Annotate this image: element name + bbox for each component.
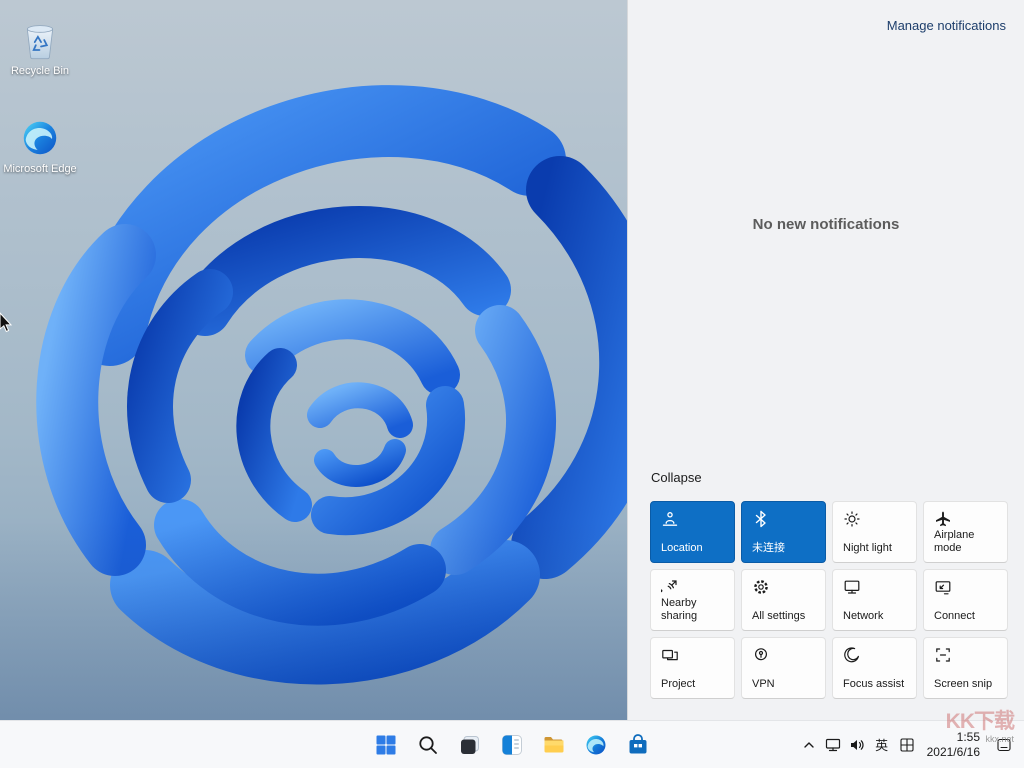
project-icon [661, 646, 679, 664]
quick-setting-label: 未连接 [752, 542, 819, 555]
windows-logo-icon [374, 733, 398, 757]
file-explorer-icon [542, 733, 566, 757]
quick-setting-label: All settings [752, 610, 819, 623]
quick-setting-location[interactable]: Location [650, 501, 735, 563]
search-icon [416, 733, 440, 757]
volume-icon[interactable] [845, 725, 869, 765]
notification-center-icon[interactable] [992, 725, 1016, 765]
edge-logo-icon [18, 116, 62, 160]
quick-setting-network[interactable]: Network [832, 569, 917, 631]
desktop-icon-label: Microsoft Edge [3, 163, 76, 176]
screen-snip-icon [934, 646, 952, 664]
chevron-up-icon[interactable] [797, 725, 821, 765]
quick-setting-label: Project [661, 678, 728, 691]
quick-setting-label: Location [661, 542, 728, 555]
quick-setting-vpn[interactable]: VPN [741, 637, 826, 699]
quick-setting-night-light[interactable]: Night light [832, 501, 917, 563]
quick-setting-label: Screen snip [934, 678, 1001, 691]
quick-setting-label: VPN [752, 678, 819, 691]
edge-browser-icon [584, 733, 608, 757]
settings-icon [752, 578, 770, 596]
location-icon [661, 510, 679, 528]
vpn-icon [752, 646, 770, 664]
desktop-screen: Recycle Bin Microsoft Edge Manage notific… [0, 0, 1024, 768]
desktop-icon-recycle-bin[interactable]: Recycle Bin [2, 18, 78, 78]
connect-icon [934, 578, 952, 596]
taskbar-task-view-button[interactable] [450, 725, 490, 765]
no-notifications-message: No new notifications [628, 216, 1024, 233]
bluetooth-icon [752, 510, 770, 528]
taskbar-edge-button[interactable] [576, 725, 616, 765]
recycle-bin-icon [18, 18, 62, 62]
manage-notifications-link[interactable]: Manage notifications [887, 18, 1006, 33]
network-icon [843, 578, 861, 596]
night-light-icon [843, 510, 861, 528]
desktop-icon-label: Recycle Bin [11, 65, 69, 78]
quick-setting-label: Night light [843, 542, 910, 555]
ime-pad-icon[interactable] [895, 725, 919, 765]
quick-setting-label: Connect [934, 610, 1001, 623]
tray-date: 2021/6/16 [927, 745, 980, 760]
system-tray: 英 1:55 2021/6/16 [797, 721, 1020, 768]
network-tray-icon[interactable] [821, 725, 845, 765]
clock[interactable]: 1:55 2021/6/16 [927, 730, 980, 760]
notification-center-panel: Manage notifications No new notification… [627, 0, 1024, 720]
taskbar-file-explorer-button[interactable] [534, 725, 574, 765]
quick-setting-focus-assist[interactable]: Focus assist [832, 637, 917, 699]
quick-setting-connect[interactable]: Connect [923, 569, 1008, 631]
quick-setting-label: Focus assist [843, 678, 910, 691]
quick-setting-nearby-sharing[interactable]: Nearby sharing [650, 569, 735, 631]
quick-settings-grid: Location 未连接 Night light Airplane mode Nearb… [650, 501, 1008, 699]
focus-assist-icon [843, 646, 861, 664]
quick-setting-label: Network [843, 610, 910, 623]
desktop-icon-microsoft-edge[interactable]: Microsoft Edge [2, 116, 78, 176]
quick-setting-project[interactable]: Project [650, 637, 735, 699]
taskbar-widgets-button[interactable] [492, 725, 532, 765]
taskbar-app-icons [365, 721, 659, 768]
widgets-icon [500, 733, 524, 757]
quick-setting-label: Nearby sharing [661, 597, 728, 623]
quick-setting-label: Airplane mode [934, 529, 1001, 555]
collapse-button[interactable]: Collapse [651, 470, 702, 485]
quick-setting-screen-snip[interactable]: Screen snip [923, 637, 1008, 699]
quick-setting-airplane[interactable]: Airplane mode [923, 501, 1008, 563]
task-view-icon [458, 733, 482, 757]
taskbar-search-button[interactable] [408, 725, 448, 765]
nearby-sharing-icon [661, 578, 679, 596]
taskbar-start-button[interactable] [366, 725, 406, 765]
airplane-icon [934, 510, 952, 528]
taskbar: 英 1:55 2021/6/16 [0, 720, 1024, 768]
tray-time: 1:55 [927, 730, 980, 745]
quick-setting-bluetooth[interactable]: 未连接 [741, 501, 826, 563]
store-icon [626, 733, 650, 757]
taskbar-store-button[interactable] [618, 725, 658, 765]
ime-language-indicator[interactable]: 英 [869, 735, 895, 754]
quick-setting-settings[interactable]: All settings [741, 569, 826, 631]
